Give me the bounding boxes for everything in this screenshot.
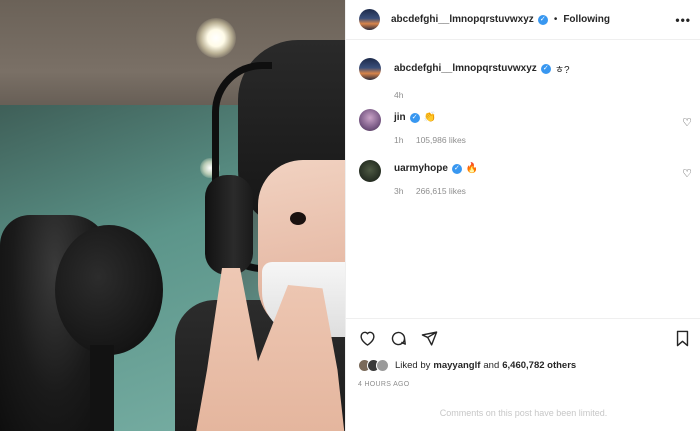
comment-likes[interactable]: 105,986 likes <box>416 135 466 145</box>
post-actions: Liked by mayyanglf and 6,460,782 others … <box>346 318 700 431</box>
liked-by-prefix: Liked by <box>395 360 431 371</box>
comment-username[interactable]: uarmyhope <box>394 163 448 174</box>
post-sidebar: abcdefghi__lmnopqrstuvwxyz ✓ • Following… <box>345 0 700 431</box>
commenter-avatar[interactable] <box>359 109 381 131</box>
comments-list: abcdefghi__lmnopqrstuvwxyz ✓ ㅎ? 4h jin ✓ <box>346 41 700 318</box>
heart-icon[interactable] <box>358 329 376 347</box>
photo-eye <box>290 212 306 225</box>
caption-item: abcdefghi__lmnopqrstuvwxyz ✓ ㅎ? 4h <box>359 58 689 100</box>
comment-likes[interactable]: 266,615 likes <box>416 186 466 196</box>
comment-like-heart-icon[interactable]: ♡ <box>682 116 692 129</box>
caption-time[interactable]: 4h <box>394 90 403 100</box>
verified-badge-icon: ✓ <box>537 14 548 25</box>
liker-avatars[interactable] <box>358 359 389 372</box>
likes-summary: Liked by mayyanglf and 6,460,782 others <box>358 359 579 372</box>
caption-username[interactable]: abcdefghi__lmnopqrstuvwxyz <box>394 63 537 74</box>
author-username[interactable]: abcdefghi__lmnopqrstuvwxyz <box>391 14 534 25</box>
post-header: abcdefghi__lmnopqrstuvwxyz ✓ • Following… <box>346 0 700 40</box>
following-button[interactable]: Following <box>563 14 610 25</box>
comment-emoji: 🔥 <box>465 163 479 174</box>
post-timestamp[interactable]: 4 HOURS AGO <box>358 381 410 388</box>
verified-badge-icon: ✓ <box>409 112 420 123</box>
photo-ceiling-light <box>196 18 236 58</box>
liked-by-user[interactable]: mayyanglf <box>433 360 480 371</box>
caption-avatar[interactable] <box>359 58 381 80</box>
comment-item: uarmyhope ✓ 🔥 3h 266,615 likes <box>359 160 689 196</box>
post-modal: abcdefghi__lmnopqrstuvwxyz ✓ • Following… <box>0 0 700 431</box>
comment-emoji: 👏 <box>423 112 437 123</box>
more-horizontal-icon[interactable]: ••• <box>675 13 691 27</box>
verified-badge-icon: ✓ <box>451 163 462 174</box>
verified-badge-icon: ✓ <box>540 63 551 74</box>
header-separator: • <box>553 14 558 25</box>
comment-item: jin ✓ 👏 1h 105,986 likes <box>359 109 689 145</box>
comment-icon[interactable] <box>389 329 407 347</box>
liker-avatar <box>376 359 389 372</box>
photo-pop-filter <box>55 225 163 355</box>
action-buttons <box>358 329 438 347</box>
comment-like-heart-icon[interactable]: ♡ <box>682 167 692 180</box>
commenter-avatar[interactable] <box>359 160 381 182</box>
comment-username[interactable]: jin <box>394 112 406 123</box>
post-photo[interactable] <box>0 0 345 431</box>
liked-by-and: and <box>483 360 500 371</box>
bookmark-icon[interactable] <box>673 329 691 347</box>
comment-time[interactable]: 3h <box>394 186 403 196</box>
author-avatar[interactable] <box>359 9 380 30</box>
caption-text: ㅎ? <box>554 65 570 76</box>
comments-limited-notice: Comments on this post have been limited. <box>439 408 608 418</box>
photo-mic-stand <box>90 345 114 431</box>
comment-time[interactable]: 1h <box>394 135 403 145</box>
photo-headphone-cup <box>205 175 253 275</box>
liked-by-count[interactable]: 6,460,782 others <box>502 360 576 371</box>
share-icon[interactable] <box>420 329 438 347</box>
